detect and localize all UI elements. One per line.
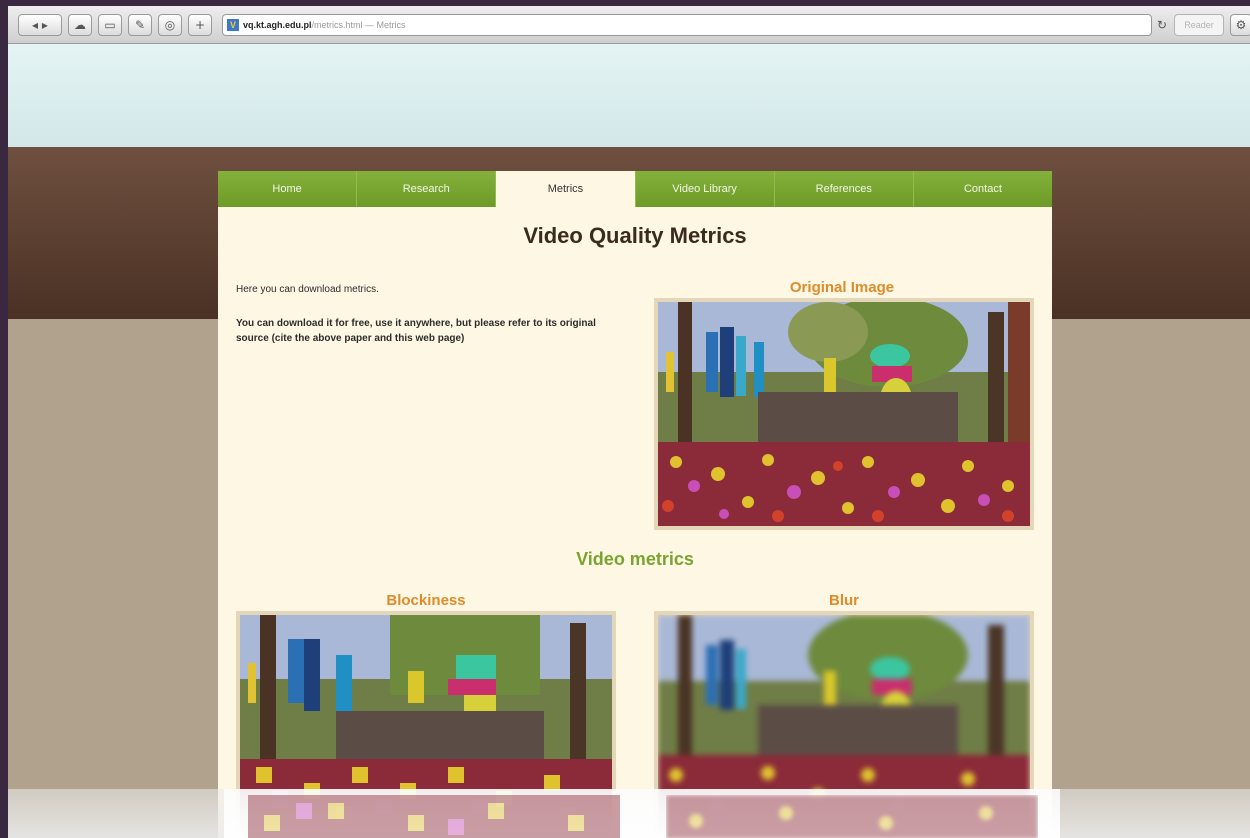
reload-icon[interactable]: ↻ bbox=[1155, 16, 1169, 34]
url-separator: — bbox=[362, 20, 377, 30]
browser-window: ◂ ▸ ☁ ▭ ✎ ◎ + Vvq.kt.agh.edu.pl/metrics.… bbox=[8, 6, 1250, 838]
original-photo bbox=[658, 302, 1030, 526]
forward-icon[interactable]: ▸ bbox=[42, 18, 48, 32]
nav-item-home[interactable]: Home bbox=[218, 171, 358, 207]
url-page-title: Metrics bbox=[376, 20, 406, 30]
blockiness-reflection-graphic bbox=[248, 795, 620, 838]
content-panel: Home Research Metrics Video Library Refe… bbox=[218, 171, 1052, 838]
icloud-icon[interactable]: ☁ bbox=[68, 14, 92, 36]
settings-icon[interactable]: ⚙ bbox=[1230, 14, 1250, 36]
header-banner bbox=[8, 44, 1250, 147]
address-bar[interactable]: Vvq.kt.agh.edu.pl/metrics.html — Metrics bbox=[222, 14, 1152, 36]
main-nav: Home Research Metrics Video Library Refe… bbox=[218, 171, 1052, 207]
site-favicon-icon: V bbox=[227, 19, 239, 31]
nav-item-references[interactable]: References bbox=[775, 171, 914, 207]
tools-icon[interactable]: ✎ bbox=[128, 14, 152, 36]
bookmarks-icon[interactable]: ▭ bbox=[98, 14, 122, 36]
blockiness-reflection-image bbox=[248, 795, 620, 838]
original-image-label: Original Image bbox=[789, 279, 895, 296]
page-reflection bbox=[8, 789, 1250, 838]
topsites-icon[interactable]: ◎ bbox=[158, 14, 182, 36]
browser-toolbar: ◂ ▸ ☁ ▭ ✎ ◎ + Vvq.kt.agh.edu.pl/metrics.… bbox=[8, 6, 1250, 44]
reader-button[interactable]: Reader bbox=[1174, 14, 1224, 36]
intro-text: Here you can download metrics. bbox=[236, 284, 379, 295]
blur-reflection-image bbox=[666, 795, 1038, 838]
url-path: /metrics.html bbox=[311, 20, 363, 30]
nav-item-metrics[interactable]: Metrics bbox=[496, 171, 636, 207]
video-metrics-heading: Video metrics bbox=[576, 549, 694, 569]
street-scene-image bbox=[658, 302, 1030, 526]
nav-item-contact[interactable]: Contact bbox=[914, 171, 1052, 207]
blockiness-label: Blockiness bbox=[386, 592, 466, 609]
nav-item-video-library[interactable]: Video Library bbox=[636, 171, 775, 207]
blur-label: Blur bbox=[829, 592, 859, 609]
back-icon[interactable]: ◂ bbox=[32, 18, 38, 32]
back-forward-buttons[interactable]: ◂ ▸ bbox=[18, 14, 62, 36]
license-note: You can download it for free, use it any… bbox=[236, 318, 596, 344]
nav-item-research[interactable]: Research bbox=[357, 171, 497, 207]
blur-reflection-graphic bbox=[666, 795, 1038, 838]
page-title: Video Quality Metrics bbox=[523, 223, 747, 248]
url-host: vq.kt.agh.edu.pl bbox=[243, 20, 312, 30]
add-bookmark-icon[interactable]: + bbox=[188, 14, 212, 36]
original-image bbox=[654, 298, 1034, 530]
